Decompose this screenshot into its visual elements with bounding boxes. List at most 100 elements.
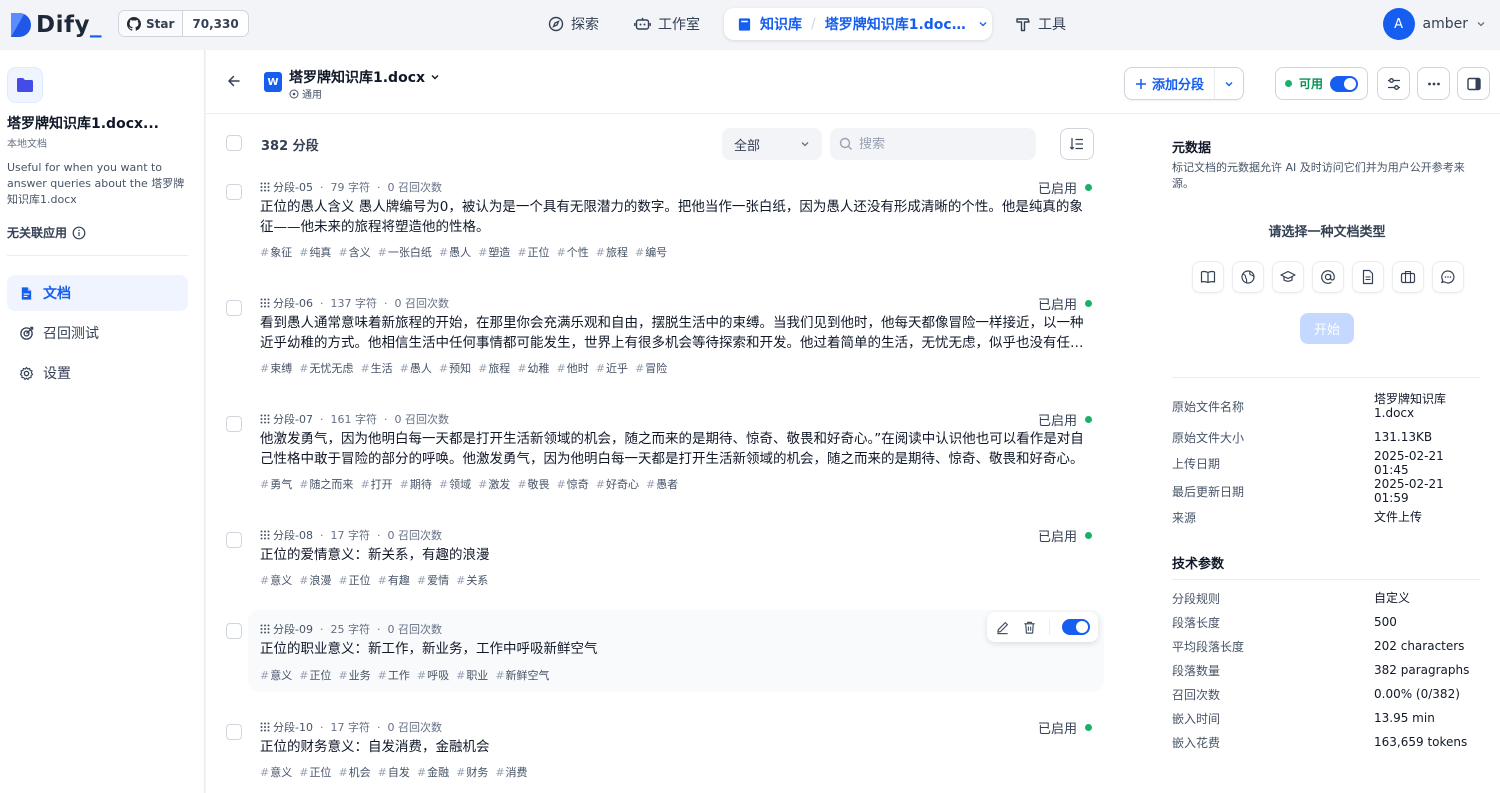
segment-card[interactable]: 分段-08 · 17 字符 · 0 召回次数 已启用 正位的爱情意义：新关系，有趣的…: [226, 522, 1104, 592]
graduation-cap-icon[interactable]: [1272, 261, 1304, 293]
segment-meta: 分段-09 · 25 字符 · 0 召回次数: [260, 621, 442, 637]
word-file-icon: W: [264, 72, 282, 92]
segment-recall: 0 召回次数: [394, 413, 449, 426]
keyword-tag: 呼吸: [417, 669, 449, 682]
segment-recall: 0 召回次数: [387, 623, 442, 636]
add-segment-dropdown[interactable]: [1215, 68, 1243, 99]
github-star-widget[interactable]: Star 70,330: [118, 10, 249, 37]
metadata-title: 元数据: [1172, 141, 1212, 156]
briefcase-icon[interactable]: [1392, 261, 1424, 293]
info-key: 上传日期: [1172, 456, 1221, 471]
panel-divider: [1172, 579, 1480, 580]
file-text-icon[interactable]: [1352, 261, 1384, 293]
start-button[interactable]: 开始: [1300, 313, 1354, 344]
github-star-count[interactable]: 70,330: [183, 11, 247, 36]
document-enable-toggle[interactable]: [1330, 75, 1359, 92]
sort-button[interactable]: [1060, 128, 1094, 160]
nav-tools[interactable]: 工具: [1015, 8, 1066, 40]
compass-icon: [548, 16, 564, 32]
segment-checkbox[interactable]: [226, 724, 242, 740]
segment-id: 分段-06: [260, 295, 313, 311]
keyword-tag: 塑造: [478, 246, 510, 259]
globe-icon[interactable]: [1232, 261, 1264, 293]
tech-param-row: 段落数量 382 paragraphs: [1172, 658, 1482, 682]
segment-card[interactable]: 分段-10 · 17 字符 · 0 召回次数 已启用 正位的财务意义：自发消费，金融…: [226, 714, 1104, 784]
dataset-title: 塔罗牌知识库1.docx...: [7, 116, 159, 132]
chevron-down-icon[interactable]: [978, 19, 988, 29]
book-open-icon[interactable]: [1192, 261, 1224, 293]
select-all-checkbox[interactable]: [226, 135, 242, 151]
sidebar-item-settings[interactable]: 设置: [7, 355, 188, 391]
dify-logo[interactable]: Dify_: [9, 11, 102, 39]
user-menu[interactable]: A amber: [1382, 8, 1486, 40]
trash-icon[interactable]: [1022, 620, 1037, 635]
more-horizontal-icon: [1427, 82, 1440, 85]
gear-icon: [19, 366, 34, 380]
segment-checkbox[interactable]: [226, 532, 242, 548]
segment-search[interactable]: [830, 128, 1036, 160]
sidebar-item-retrieval-test[interactable]: 召回测试: [7, 315, 188, 351]
back-button[interactable]: [226, 73, 242, 89]
segment-status: 已启用: [1038, 294, 1092, 313]
segment-card-hovered[interactable]: 分段-09 · 25 字符 · 0 召回次数 正位的职业意义：新工作，新业务，工作中…: [226, 610, 1104, 692]
toggle-panel-button[interactable]: [1457, 67, 1490, 100]
edit-icon[interactable]: [995, 620, 1010, 635]
chevron-down-icon[interactable]: [430, 72, 440, 82]
folder-icon: [7, 67, 43, 103]
keyword-tag: 好奇心: [596, 478, 639, 491]
keyword-tag: 意义: [260, 669, 292, 682]
add-segment-main[interactable]: 添加分段: [1125, 68, 1216, 99]
github-star-button[interactable]: Star: [119, 11, 184, 36]
search-input[interactable]: [859, 136, 1019, 152]
nav-studio[interactable]: 工作室: [634, 8, 700, 40]
info-key: 最后更新日期: [1172, 484, 1245, 499]
info-icon[interactable]: [72, 226, 86, 240]
segment-meta: 分段-08 · 17 字符 · 0 召回次数: [260, 527, 442, 543]
keyword-tag: 敬畏: [517, 478, 549, 491]
add-segment-button[interactable]: 添加分段: [1124, 67, 1245, 100]
tech-param-row: 段落长度 500: [1172, 610, 1482, 634]
segment-card[interactable]: 分段-07 · 161 字符 · 0 召回次数 已启用 他激发勇气，因为他明白每一天…: [226, 406, 1104, 498]
keyword-tag: 有趣: [378, 574, 410, 587]
segment-content: 他激发勇气，因为他明白每一天都是打开生活新领域的机会，随之而来的是期待、惊奇、敬…: [260, 431, 1084, 467]
chevron-down-icon: [801, 142, 809, 147]
segment-card[interactable]: 分段-06 · 137 字符 · 0 召回次数 已启用 看到愚人通常意味着新旅程的开…: [226, 290, 1104, 382]
segment-id-label: 分段-09: [273, 623, 313, 636]
segment-meta: 分段-06 · 137 字符 · 0 召回次数: [260, 295, 449, 311]
segment-id-label: 分段-06: [273, 297, 313, 310]
user-name[interactable]: amber: [1423, 16, 1468, 32]
segment-settings-button[interactable]: [1377, 67, 1410, 100]
file-info-row: 最后更新日期 2025-02-21 01:59: [1172, 477, 1482, 505]
keyword-tag: 正位: [299, 766, 331, 779]
more-options-button[interactable]: [1417, 67, 1450, 100]
segment-card[interactable]: 分段-05 · 79 字符 · 0 召回次数 已启用 正位的愚人含义 愚人牌编号为0…: [226, 174, 1104, 266]
segment-checkbox[interactable]: [226, 184, 242, 200]
status-filter-select[interactable]: 全部: [722, 128, 822, 160]
avatar[interactable]: A: [1382, 8, 1415, 40]
nav-explore-label: 探索: [571, 17, 599, 33]
document-name-selector[interactable]: 塔罗牌知识库1.docx: [289, 67, 440, 87]
nav-knowledge-label[interactable]: 知识库: [760, 14, 802, 34]
param-value: 500: [1374, 615, 1397, 629]
sidebar-item-documents[interactable]: 文档: [7, 275, 188, 311]
at-sign-icon[interactable]: [1312, 261, 1344, 293]
chevron-down-icon[interactable]: [1476, 19, 1486, 29]
segment-id-label: 分段-10: [273, 721, 313, 734]
panel-right-icon: [1466, 77, 1481, 90]
segment-checkbox[interactable]: [226, 623, 242, 639]
breadcrumb-document[interactable]: 塔罗牌知识库1.docx...: [825, 14, 973, 34]
segment-chars: 79 字符: [330, 181, 370, 194]
panel-divider: [1172, 377, 1480, 378]
nav-explore[interactable]: 探索: [548, 8, 599, 40]
segment-keywords: 意义正位业务工作呼吸职业新鲜空气: [260, 667, 557, 683]
chat-icon[interactable]: [1432, 261, 1464, 293]
keyword-tag: 意义: [260, 766, 292, 779]
segment-checkbox[interactable]: [226, 416, 242, 432]
segment-checkbox[interactable]: [226, 300, 242, 316]
segment-chars: 161 字符: [330, 413, 377, 426]
segment-enable-toggle[interactable]: [1062, 619, 1090, 635]
segment-content: 正位的职业意义：新工作，新业务，工作中呼吸新鲜空气: [260, 641, 598, 657]
keyword-tag: 惊奇: [557, 478, 589, 491]
param-key: 召回次数: [1172, 687, 1221, 702]
nav-knowledge-breadcrumb[interactable]: 知识库 / 塔罗牌知识库1.docx...: [724, 8, 992, 40]
